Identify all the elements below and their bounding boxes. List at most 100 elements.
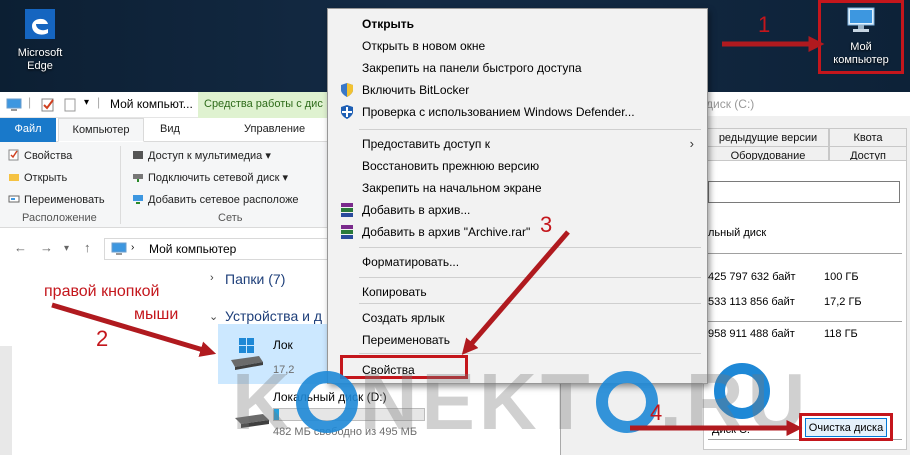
ribbon-rename[interactable]: Переименовать	[8, 193, 105, 206]
menu-pin-quick-access[interactable]: Закрепить на панели быстрого доступа	[331, 57, 704, 79]
address-computer-icon	[111, 242, 127, 255]
step-number-1: 1	[758, 12, 771, 37]
ribbon-separator	[120, 146, 121, 224]
watermark-ru: .RU	[659, 357, 810, 446]
menu-open[interactable]: Открыть	[331, 13, 704, 35]
qa-separator: |	[28, 95, 32, 109]
tab-file[interactable]: Файл	[0, 118, 56, 142]
menu-copy-label: Копировать	[362, 285, 427, 299]
defender-icon	[341, 105, 353, 119]
map-drive-dropdown-icon: ▾	[282, 172, 289, 184]
media-dropdown-icon: ▾	[265, 150, 271, 162]
tab-view[interactable]: Вид	[150, 118, 190, 142]
ribbon-properties[interactable]: Свойства	[8, 149, 72, 162]
ribbon-media-label: Доступ к мультимедиа	[148, 150, 263, 162]
disk-cleanup-button[interactable]: Очистка диска	[805, 418, 887, 437]
tab-computer[interactable]: Компьютер	[58, 118, 144, 142]
my-computer-shortcut[interactable]: Мой компьютер	[821, 6, 901, 67]
forward-arrow-icon[interactable]: →	[40, 240, 53, 255]
step-number-3: 3	[540, 212, 553, 237]
watermark-o-logo-2	[595, 371, 658, 433]
context-menu: Открыть Открыть в новом окне Закрепить н…	[327, 8, 708, 384]
new-folder-icon[interactable]	[62, 97, 78, 113]
back-arrow-icon[interactable]: ←	[14, 240, 27, 255]
address-chevron-icon: ›	[131, 242, 135, 253]
menu-restore-label: Восстановить прежнюю версию	[362, 159, 540, 173]
watermark-o-logo	[295, 371, 358, 433]
ribbon-add-location[interactable]: Добавить сетевое расположе	[132, 193, 299, 206]
submenu-arrow-icon: ›	[689, 136, 694, 151]
properties-check-icon[interactable]	[40, 97, 56, 113]
folder-open-icon	[9, 174, 19, 181]
menu-create-shortcut-label: Создать ярлык	[362, 311, 445, 325]
used-size: 100 ГБ	[824, 271, 859, 283]
rename-icon	[8, 195, 20, 203]
nav-scroll-area	[0, 346, 12, 455]
step-number-4: 4	[650, 400, 663, 425]
menu-rename-label: Переименовать	[362, 333, 450, 347]
ribbon-add-location-label: Добавить сетевое расположе	[148, 194, 299, 206]
section-folders[interactable]: Папки (7)	[225, 271, 285, 287]
menu-add-archive-rar[interactable]: Добавить в архив "Archive.rar"	[331, 221, 704, 243]
menu-copy[interactable]: Копировать	[331, 281, 704, 303]
network-drive-icon	[133, 174, 143, 182]
qa-separator-2: |	[97, 95, 101, 109]
shield-icon	[341, 83, 353, 97]
watermark-k: K	[232, 357, 294, 446]
menu-rename[interactable]: Переименовать	[331, 329, 704, 351]
menu-create-shortcut[interactable]: Создать ярлык	[331, 307, 704, 329]
menu-defender-scan[interactable]: Проверка с использованием Windows Defend…	[331, 101, 704, 123]
properties-divider-2	[708, 321, 902, 322]
my-computer-label-1: Мой	[850, 41, 872, 53]
watermark-nekt: NEKT	[359, 357, 594, 446]
konekto-watermark: K NEKT .RU	[232, 356, 809, 448]
menu-open-label: Открыть	[362, 17, 415, 31]
step-number-2: 2	[96, 326, 109, 351]
qa-dropdown-icon[interactable]: ▾	[84, 97, 89, 108]
menu-add-archive[interactable]: Добавить в архив...	[331, 199, 704, 221]
tab-manage[interactable]: Управление	[234, 118, 315, 142]
ribbon-media-access[interactable]: Доступ к мультимедиа ▾	[132, 149, 271, 162]
menu-share-with[interactable]: Предоставить доступ к ›	[331, 133, 704, 155]
winrar-icon	[341, 225, 353, 239]
drive-tools-tab[interactable]: Средства работы с дис	[198, 92, 328, 118]
computer-icon	[847, 7, 875, 32]
ribbon-open[interactable]: Открыть	[8, 171, 67, 184]
drive-c-name: Лок	[273, 338, 293, 352]
tab-previous-versions[interactable]: редыдущие версии	[707, 128, 829, 147]
drive-type-value: льный диск	[708, 227, 767, 239]
menu-format[interactable]: Форматировать...	[331, 251, 704, 273]
menu-open-new-window[interactable]: Открыть в новом окне	[331, 35, 704, 57]
network-location-icon	[133, 195, 143, 204]
capacity-bytes: 958 911 488 байт	[708, 328, 795, 340]
ribbon-map-drive[interactable]: Подключить сетевой диск ▾	[132, 171, 288, 184]
menu-format-label: Форматировать...	[362, 255, 460, 269]
group-location-label: Расположение	[22, 212, 97, 224]
devices-chevron-icon[interactable]: ⌄	[209, 310, 218, 323]
section-devices[interactable]: Устройства и д	[225, 308, 322, 324]
properties-divider	[708, 253, 902, 254]
menu-defender-label: Проверка с использованием Windows Defend…	[362, 105, 635, 119]
menu-separator-1	[359, 129, 701, 130]
up-arrow-icon[interactable]: ↑	[84, 240, 91, 255]
ribbon-map-drive-label: Подключить сетевой диск	[148, 172, 280, 184]
recent-dropdown-icon[interactable]: ▾	[64, 243, 69, 254]
menu-add-archive-rar-label: Добавить в архив "Archive.rar"	[362, 225, 531, 239]
menu-pin-start-label: Закрепить на начальном экране	[362, 181, 542, 195]
menu-pin-quick-access-label: Закрепить на панели быстрого доступа	[362, 61, 582, 75]
drive-label-input[interactable]	[708, 181, 900, 203]
used-bytes: 425 797 632 байт	[708, 271, 796, 283]
edge-shortcut[interactable]: Microsoft Edge	[0, 8, 80, 73]
my-computer-label-2: компьютер	[833, 54, 889, 66]
tab-quota[interactable]: Квота	[829, 128, 907, 147]
menu-open-new-window-label: Открыть в новом окне	[362, 39, 486, 53]
winrar-icon	[341, 203, 353, 217]
menu-separator-3	[359, 277, 701, 278]
address-bar[interactable]: › Мой компьютер	[104, 238, 334, 260]
menu-pin-start[interactable]: Закрепить на начальном экране	[331, 177, 704, 199]
folders-chevron-icon[interactable]: ›	[210, 272, 214, 284]
free-size: 17,2 ГБ	[824, 296, 862, 308]
menu-restore-version[interactable]: Восстановить прежнюю версию	[331, 155, 704, 177]
edge-label-2: Edge	[27, 60, 53, 72]
menu-bitlocker[interactable]: Включить BitLocker	[331, 79, 704, 101]
